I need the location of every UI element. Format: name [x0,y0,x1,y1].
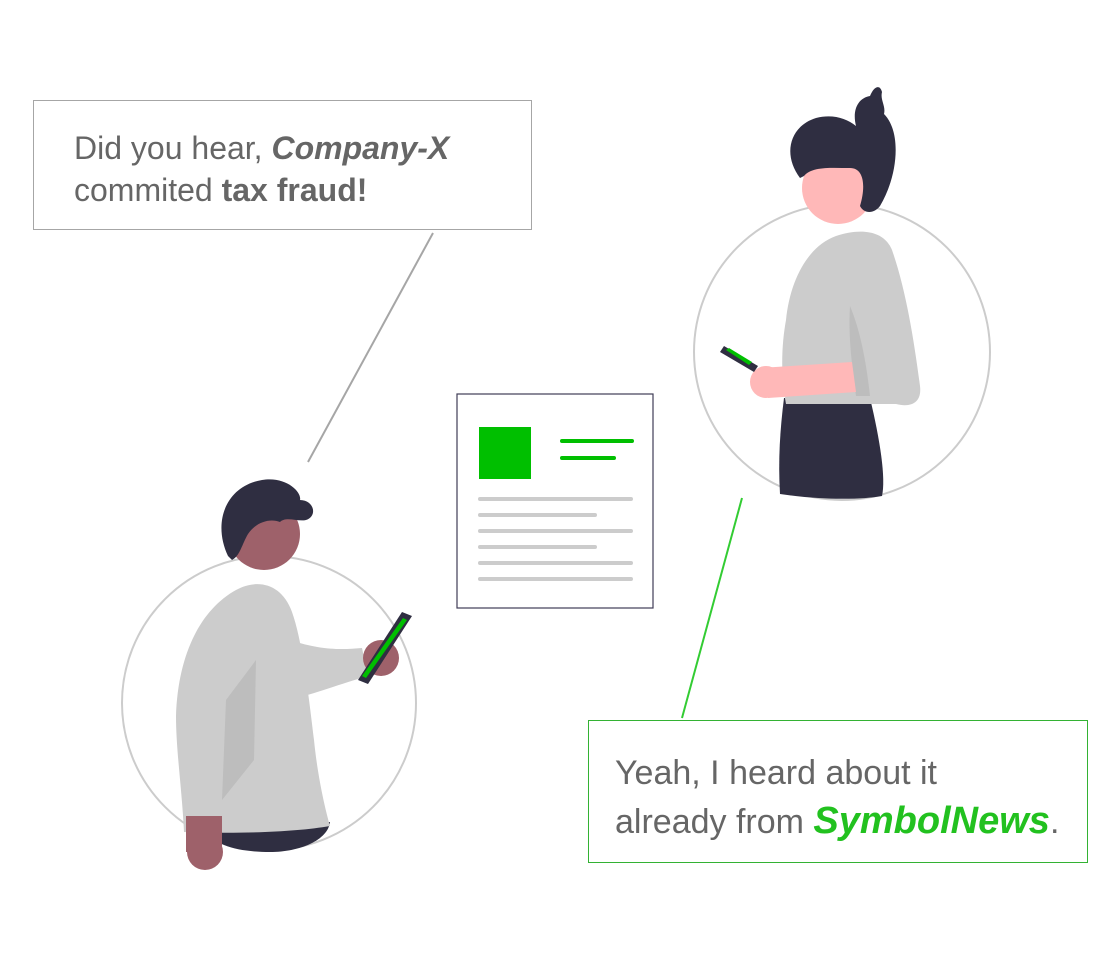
left-bubble-text-2: commited [74,172,222,208]
company-name: Company-X [271,130,450,166]
right-speech-bubble: Yeah, I heard about it already from Symb… [588,720,1088,863]
right-bubble-period: . [1049,803,1060,841]
right-connector-line [681,497,743,719]
woman-holding-phone-icon [693,87,991,501]
article-image [479,427,531,479]
right-person-phone [720,346,758,372]
left-person-lower-arm [186,816,222,852]
left-connector-line [307,232,434,463]
right-person-skirt [779,398,884,499]
news-article-icon [456,393,654,609]
left-speech-bubble: Did you hear, Company-X commited tax fra… [33,100,532,230]
symbolnews-brand: SymbolNews [813,800,1050,842]
left-person-arm [290,640,368,698]
tax-fraud-emphasis: tax fraud! [221,172,368,208]
left-bubble-text-1: Did you hear, [74,130,272,166]
right-bubble-text-1: Yeah, I heard about it [615,754,938,792]
right-bubble-text-2: already from [615,803,814,841]
man-holding-phone-icon [121,479,417,870]
